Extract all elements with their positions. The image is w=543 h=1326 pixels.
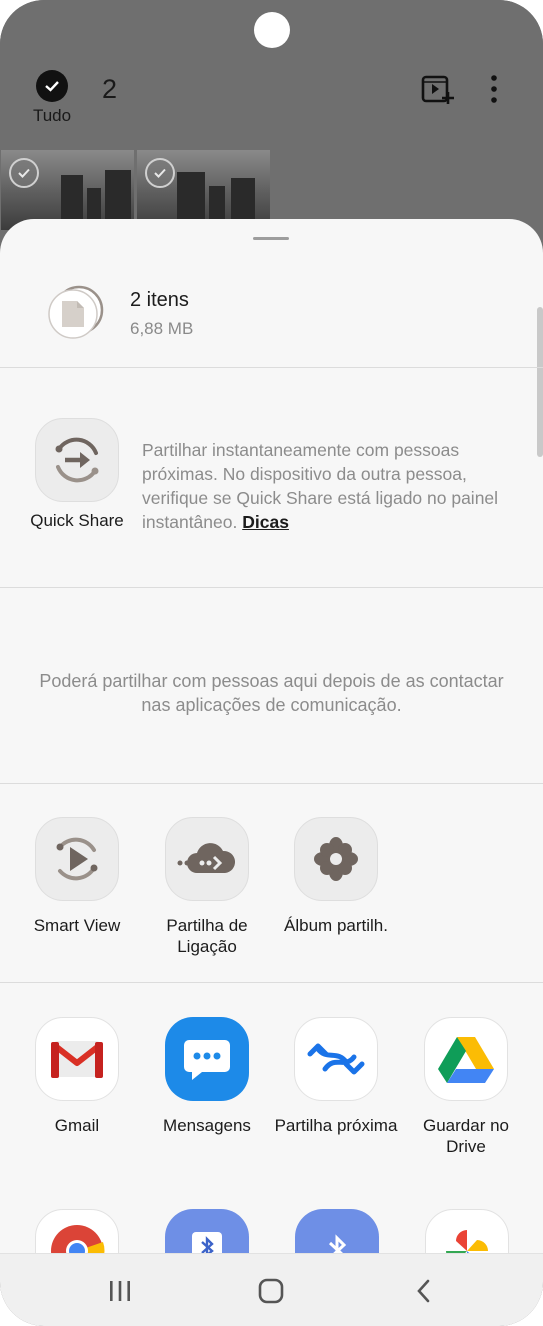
gmail-label: Gmail [54,1116,100,1135]
smart-view-icon [35,817,119,901]
link-share-button[interactable]: Partilha de Ligação [142,817,272,957]
people-info-message: Poderá partilhar com pessoas aqui depois… [39,671,504,715]
nearby-share-button[interactable]: Partilha próxima [271,1017,401,1136]
smart-view-label: Smart View [33,916,121,935]
create-movie-icon[interactable] [420,72,454,111]
gmail-icon [35,1017,119,1101]
quick-share-description: Partilhar instantaneamente com pessoas p… [142,438,517,534]
recents-icon[interactable] [100,1274,140,1308]
camera-cutout [254,12,290,48]
thumbnail-check-icon [9,158,39,188]
smart-view-button[interactable]: Smart View [12,817,142,936]
messages-button[interactable]: Mensagens [142,1017,272,1136]
sheet-scrollbar[interactable] [537,307,543,457]
select-all-label: Tudo [32,106,72,125]
google-drive-button[interactable]: Guardar no Drive [401,1017,531,1157]
google-drive-icon [424,1017,508,1101]
more-options-icon[interactable] [484,72,504,111]
divider [0,367,543,368]
file-size: 6,88 MB [130,319,194,338]
select-all-check-icon [36,70,68,102]
file-stack-icon [46,283,104,341]
nearby-share-label: Partilha próxima [274,1116,398,1135]
shared-album-flower-icon [294,817,378,901]
messages-icon [165,1017,249,1101]
link-share-label: Partilha de Ligação [166,916,248,956]
back-icon[interactable] [404,1274,444,1308]
selected-count: 2 [102,74,118,104]
quick-share-icon [55,437,99,483]
divider [0,783,543,784]
google-drive-label: Guardar no Drive [423,1116,509,1156]
shared-album-label: Álbum partilh. [284,916,388,935]
quick-share-tips-link[interactable]: Dicas [242,512,289,532]
shared-album-button[interactable]: Álbum partilh. [271,817,401,936]
gmail-button[interactable]: Gmail [12,1017,142,1136]
share-sheet: 2 itens 6,88 MB Quick Share Partilhar in… [0,219,543,1293]
thumbnail-check-icon [145,158,175,188]
quick-share-description-text: Partilhar instantaneamente com pessoas p… [142,440,499,532]
divider [0,982,543,983]
messages-label: Mensagens [163,1116,251,1135]
photo-thumbnail[interactable] [137,150,270,230]
quick-share-button[interactable] [35,418,119,502]
select-all-button[interactable]: Tudo [28,70,76,126]
phone-screen: Tudo 2 2 itens 6,88 MB Quick Share Parti… [0,0,543,1326]
navigation-bar [0,1253,543,1326]
nearby-share-icon [294,1017,378,1101]
link-share-cloud-icon [165,817,249,901]
quick-share-label: Quick Share [30,511,124,530]
divider [0,587,543,588]
sheet-drag-handle[interactable] [253,237,289,240]
file-count-title: 2 itens [130,289,189,311]
photo-thumbnail[interactable] [1,150,134,230]
home-icon[interactable] [251,1274,291,1308]
